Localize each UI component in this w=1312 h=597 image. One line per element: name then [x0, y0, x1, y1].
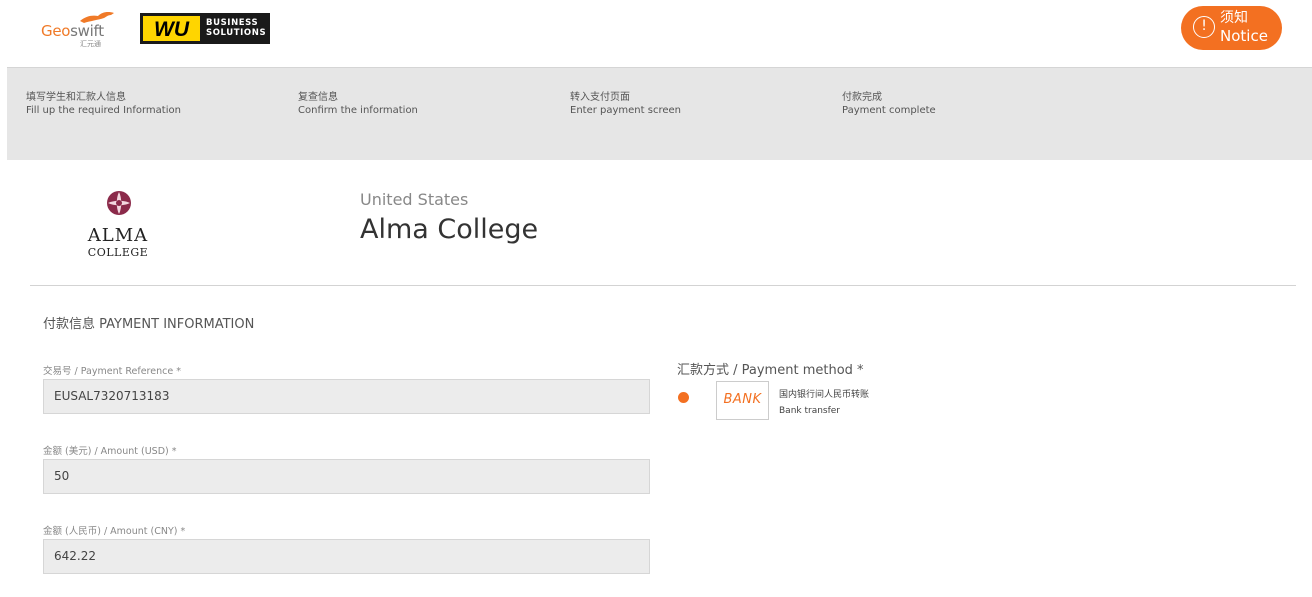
school-country: United States [360, 190, 469, 209]
bank-transfer-radio[interactable] [678, 392, 689, 403]
payment-reference-label: 交易号 / Payment Reference * [43, 366, 181, 377]
geoswift-wordmark: Geoswift [41, 22, 104, 40]
amount-usd-label: 金额 (美元) / Amount (USD) * [43, 446, 177, 457]
step-fill-info: 填写学生和汇款人信息 Fill up the required Informat… [26, 92, 181, 116]
geoswift-logo: Geoswift 汇元通 [40, 10, 120, 48]
wu-line2: SOLUTIONS [206, 28, 267, 38]
bank-badge: BANK [723, 392, 762, 407]
payment-page: Geoswift 汇元通 WU BUSINESS SOLUTIONS ! 须知 … [0, 0, 1312, 597]
progress-steps: 填写学生和汇款人信息 Fill up the required Informat… [7, 67, 1312, 160]
amount-usd-field[interactable]: 50 [43, 459, 650, 494]
wu-mark: WU [143, 16, 200, 41]
bank-transfer-option[interactable]: BANK [716, 381, 769, 420]
step-payment-screen: 转入支付页面 Enter payment screen [570, 92, 681, 116]
payment-section-title: 付款信息 PAYMENT INFORMATION [43, 317, 255, 332]
payment-reference-field[interactable]: EUSAL7320713183 [43, 379, 650, 414]
info-icon: ! [1193, 16, 1215, 38]
bank-transfer-label-en: Bank transfer [779, 406, 841, 416]
school-name: Alma College [360, 214, 539, 245]
header: Geoswift 汇元通 WU BUSINESS SOLUTIONS ! 须知 … [0, 0, 1312, 67]
step-confirm: 复查信息 Confirm the information [298, 92, 418, 116]
school-logo-name: ALMA [87, 225, 149, 246]
wu-business-solutions-logo: WU BUSINESS SOLUTIONS [140, 13, 270, 44]
payment-method-label: 汇款方式 / Payment method * [677, 363, 864, 378]
notice-label-cn: 须知 [1220, 10, 1248, 26]
geoswift-chinese: 汇元通 [80, 40, 101, 48]
school-logo-sub: COLLEGE [87, 246, 149, 259]
amount-cny-field[interactable]: 642.22 [43, 539, 650, 574]
notice-button[interactable]: ! 须知 Notice [1181, 6, 1282, 50]
divider [30, 285, 1296, 286]
svg-text:WU: WU [154, 18, 190, 41]
school-emblem-icon [107, 191, 131, 215]
step-complete: 付款完成 Payment complete [842, 92, 936, 116]
wu-line1: BUSINESS [206, 18, 259, 28]
notice-label-en: Notice [1220, 27, 1268, 45]
bank-transfer-label-cn: 国内银行间人民币转账 [779, 390, 870, 400]
school-logo: ALMA COLLEGE [66, 190, 170, 262]
amount-cny-label: 金额 (人民币) / Amount (CNY) * [43, 526, 186, 537]
